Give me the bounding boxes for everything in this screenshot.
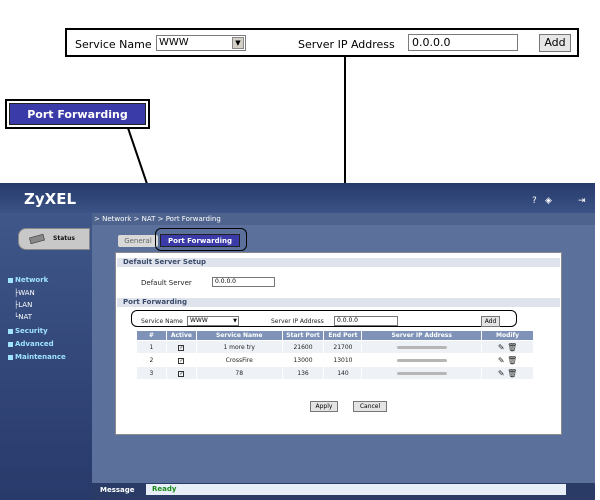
nav-maintenance-label: Maintenance xyxy=(15,353,66,361)
row-start-port: 13000 xyxy=(281,353,325,367)
redacted-ip xyxy=(396,371,447,375)
row-end-port: 140 xyxy=(323,366,363,380)
server-ip-input[interactable]: 0.0.0.0 xyxy=(334,316,398,326)
default-server-label: Default Server xyxy=(141,279,192,287)
message-label: Message xyxy=(100,486,135,494)
service-name-value: WWW xyxy=(190,317,208,324)
message-status: Ready xyxy=(146,484,566,495)
active-checkbox[interactable]: ✓ xyxy=(178,344,185,351)
nav-nat-label: NAT xyxy=(18,313,32,321)
default-server-section-title: Default Server Setup xyxy=(117,258,560,267)
apply-button[interactable]: Apply xyxy=(310,401,338,412)
logout-icon[interactable]: ⇥ xyxy=(578,196,586,206)
col-number: # xyxy=(136,330,167,341)
col-active: Active xyxy=(165,330,197,341)
nav-advanced-label: Advanced xyxy=(15,340,54,348)
row-service-name: 78 xyxy=(195,366,283,380)
redacted-ip xyxy=(396,358,447,362)
row-start-port: 136 xyxy=(281,366,325,380)
nav-nat[interactable]: └NAT xyxy=(14,313,32,321)
nav-lan-label: LAN xyxy=(18,301,33,309)
edit-icon[interactable]: ✎ xyxy=(498,369,505,378)
nav-security[interactable]: Security xyxy=(8,327,48,335)
chevron-down-icon: ▼ xyxy=(233,318,237,324)
status-tab-label: Status xyxy=(53,235,75,242)
row-start-port: 21600 xyxy=(281,340,325,354)
row-number: 2 xyxy=(136,353,167,367)
table-row: 3 ✓ 78 136 140 ✎ 🗑 xyxy=(136,366,534,380)
row-service-name: CrossFire xyxy=(195,353,283,367)
default-server-input[interactable]: 0.0.0.0 xyxy=(212,277,275,287)
delete-icon[interactable]: 🗑 xyxy=(507,343,517,352)
nav-network[interactable]: Network xyxy=(8,276,48,284)
row-number: 3 xyxy=(136,366,167,380)
active-checkbox[interactable]: ✓ xyxy=(178,370,185,377)
service-name-label: Service Name xyxy=(141,318,183,325)
nav-maintenance[interactable]: Maintenance xyxy=(8,353,66,361)
status-icon xyxy=(29,233,45,245)
edit-icon[interactable]: ✎ xyxy=(498,356,505,365)
col-server-ip: Server IP Address xyxy=(361,330,483,341)
delete-icon[interactable]: 🗑 xyxy=(507,369,517,378)
col-start-port: Start Port xyxy=(281,330,325,341)
brand-logo: ZyXEL xyxy=(24,190,77,208)
col-end-port: End Port xyxy=(323,330,363,341)
redacted-ip xyxy=(396,345,447,349)
col-modify: Modify xyxy=(481,330,534,341)
port-forwarding-table: # Active Service Name Start Port End Por… xyxy=(136,330,534,380)
nav-lan[interactable]: ├LAN xyxy=(14,301,32,309)
breadcrumb: > Network > NAT > Port Forwarding xyxy=(92,213,595,225)
status-tab[interactable]: Status xyxy=(18,228,90,250)
row-number: 1 xyxy=(136,340,167,354)
nav-advanced[interactable]: Advanced xyxy=(8,340,54,348)
service-name-select[interactable]: WWW ▼ xyxy=(187,316,239,326)
row-end-port: 21700 xyxy=(323,340,363,354)
table-row: 1 ✓ 1 more try 21600 21700 ✎ 🗑 xyxy=(136,340,534,354)
wizard-icon[interactable]: ◈ xyxy=(545,196,552,206)
help-icon[interactable]: ? xyxy=(532,196,537,206)
nav-wan-label: WAN xyxy=(18,289,35,297)
tab-highlight-ring xyxy=(155,228,247,251)
nav-network-label: Network xyxy=(15,276,49,284)
active-checkbox[interactable]: ✓ xyxy=(178,357,185,364)
edit-icon[interactable]: ✎ xyxy=(498,343,505,352)
row-end-port: 13010 xyxy=(323,353,363,367)
delete-icon[interactable]: 🗑 xyxy=(507,356,517,365)
row-service-name: 1 more try xyxy=(195,340,283,354)
col-service-name: Service Name xyxy=(195,330,283,341)
table-row: 2 ✓ CrossFire 13000 13010 ✎ 🗑 xyxy=(136,353,534,367)
nav-wan[interactable]: ├WAN xyxy=(14,289,35,297)
nav-security-label: Security xyxy=(15,327,48,335)
tab-general[interactable]: General xyxy=(118,235,158,247)
add-button[interactable]: Add xyxy=(481,316,500,327)
server-ip-label: Server IP Address xyxy=(271,318,324,325)
port-forwarding-section-title: Port Forwarding xyxy=(117,298,560,307)
cancel-button[interactable]: Cancel xyxy=(353,401,387,412)
table-header-row: # Active Service Name Start Port End Por… xyxy=(136,330,534,341)
top-header-bar xyxy=(0,183,595,213)
